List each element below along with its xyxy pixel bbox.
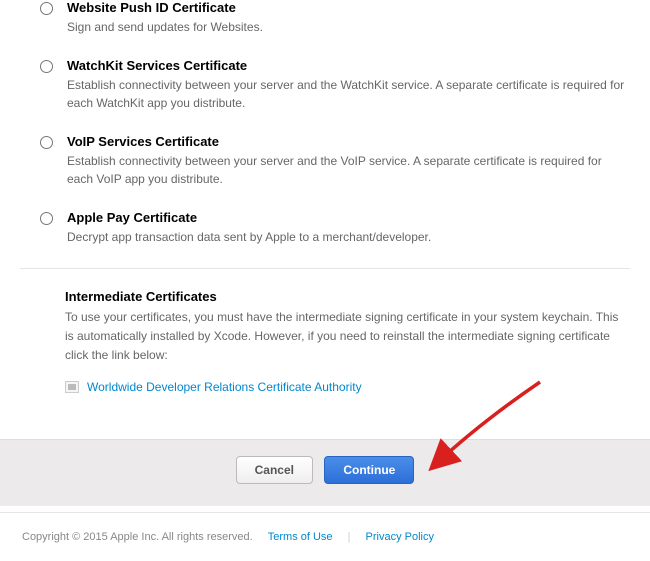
radio-voip[interactable] bbox=[40, 136, 53, 149]
option-title: WatchKit Services Certificate bbox=[67, 58, 630, 73]
section-title: Intermediate Certificates bbox=[65, 289, 630, 304]
option-body: WatchKit Services Certificate Establish … bbox=[67, 58, 630, 112]
radio-watchkit[interactable] bbox=[40, 60, 53, 73]
option-title: VoIP Services Certificate bbox=[67, 134, 630, 149]
option-website-push[interactable]: Website Push ID Certificate Sign and sen… bbox=[20, 0, 630, 36]
option-apple-pay[interactable]: Apple Pay Certificate Decrypt app transa… bbox=[20, 210, 630, 246]
option-desc: Decrypt app transaction data sent by App… bbox=[67, 228, 630, 246]
copyright-text: Copyright © 2015 Apple Inc. All rights r… bbox=[22, 531, 253, 543]
option-watchkit[interactable]: WatchKit Services Certificate Establish … bbox=[20, 58, 630, 112]
cert-download-link-row: Worldwide Developer Relations Certificat… bbox=[65, 380, 630, 394]
wwdr-cert-link[interactable]: Worldwide Developer Relations Certificat… bbox=[87, 380, 362, 394]
divider bbox=[20, 268, 630, 269]
privacy-link[interactable]: Privacy Policy bbox=[366, 531, 434, 543]
cancel-button[interactable]: Cancel bbox=[236, 456, 313, 484]
option-body: Website Push ID Certificate Sign and sen… bbox=[67, 0, 630, 36]
file-icon bbox=[65, 381, 79, 393]
option-title: Apple Pay Certificate bbox=[67, 210, 630, 225]
continue-button[interactable]: Continue bbox=[324, 456, 414, 484]
option-body: Apple Pay Certificate Decrypt app transa… bbox=[67, 210, 630, 246]
option-voip[interactable]: VoIP Services Certificate Establish conn… bbox=[20, 134, 630, 188]
terms-link[interactable]: Terms of Use bbox=[268, 531, 333, 543]
radio-apple-pay[interactable] bbox=[40, 212, 53, 225]
option-title: Website Push ID Certificate bbox=[67, 0, 630, 15]
button-bar: Cancel Continue bbox=[0, 439, 650, 506]
intermediate-certificates-section: Intermediate Certificates To use your ce… bbox=[20, 289, 630, 394]
footer-separator: | bbox=[348, 531, 351, 543]
section-desc: To use your certificates, you must have … bbox=[65, 308, 630, 366]
option-desc: Sign and send updates for Websites. bbox=[67, 18, 630, 36]
option-desc: Establish connectivity between your serv… bbox=[67, 76, 630, 112]
option-body: VoIP Services Certificate Establish conn… bbox=[67, 134, 630, 188]
certificate-options-list: Website Push ID Certificate Sign and sen… bbox=[0, 0, 650, 439]
page-footer: Copyright © 2015 Apple Inc. All rights r… bbox=[0, 512, 650, 561]
option-desc: Establish connectivity between your serv… bbox=[67, 152, 630, 188]
radio-website-push[interactable] bbox=[40, 2, 53, 15]
